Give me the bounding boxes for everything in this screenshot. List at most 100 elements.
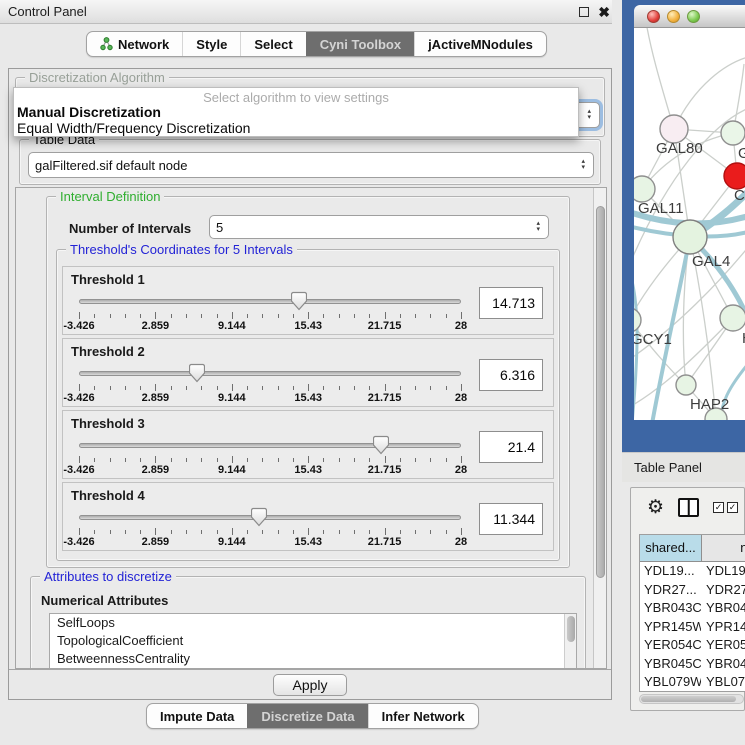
table-horizontal-scrollbar[interactable] xyxy=(639,694,744,704)
tick-label: 21.715 xyxy=(368,536,402,548)
table-cell[interactable]: YDL19... xyxy=(640,562,702,581)
apply-button[interactable]: Apply xyxy=(273,674,346,696)
network-node[interactable] xyxy=(720,305,745,331)
network-node[interactable] xyxy=(721,121,745,145)
popup-item-manual-discretization[interactable]: Manual Discretization xyxy=(14,104,578,120)
table-cell[interactable]: YPR14 xyxy=(702,618,745,637)
table-cell[interactable]: YLR34 xyxy=(702,692,745,693)
tab-discretize-data[interactable]: Discretize Data xyxy=(247,704,367,728)
threshold-2-value[interactable]: 6.316 xyxy=(479,359,543,391)
threshold-rows: Threshold 1 -3.4262.8599.14415.4321.7152… xyxy=(57,266,559,551)
slider-track[interactable] xyxy=(79,299,461,304)
threshold-4-slider[interactable]: -3.4262.8599.14415.4321.71528 xyxy=(79,509,461,549)
slider-thumb[interactable] xyxy=(251,507,267,527)
thresholds-group: Threshold's Coordinates for 5 Intervals … xyxy=(56,249,560,561)
scrollbar-thumb[interactable] xyxy=(641,696,736,702)
network-node[interactable] xyxy=(724,163,745,189)
tab-impute-data[interactable]: Impute Data xyxy=(147,704,247,728)
table-row[interactable]: YBL079WYBL07 xyxy=(640,673,745,692)
slider-thumb[interactable] xyxy=(189,363,205,383)
network-node[interactable] xyxy=(634,308,641,332)
tab-jactivemnodules[interactable]: jActiveMNodules xyxy=(414,32,546,56)
algorithm-popup-prompt: Select algorithm to view settings xyxy=(14,88,578,104)
network-node[interactable] xyxy=(673,220,707,254)
attributes-list-scrollbar[interactable] xyxy=(564,614,576,669)
table-cell[interactable]: YBR043C xyxy=(640,599,702,618)
network-node[interactable] xyxy=(634,176,655,202)
threshold-3-value[interactable]: 21.4 xyxy=(479,431,543,463)
checkbox-icon[interactable]: ✓ xyxy=(727,502,738,513)
table-cell[interactable]: YPR145W xyxy=(640,618,702,637)
attribute-list-item[interactable]: SelfLoops xyxy=(50,614,576,632)
tick-label: -3.426 xyxy=(63,536,94,548)
number-of-intervals-combobox[interactable]: 5 ▴▾ xyxy=(209,215,549,239)
tab-cyni-toolbox[interactable]: Cyni Toolbox xyxy=(306,32,414,56)
tick-label: 2.859 xyxy=(142,392,170,404)
table-cell[interactable]: YBL07 xyxy=(702,673,745,692)
control-panel: Control Panel ✖ Network Style Select Cyn… xyxy=(0,0,618,745)
slider-track[interactable] xyxy=(79,515,461,520)
table-cell[interactable]: YER054C xyxy=(640,636,702,655)
table-cell[interactable]: YBL079W xyxy=(640,673,702,692)
table-cell[interactable]: YBR04 xyxy=(702,599,745,618)
network-window: GAL80GACGAL11GAL4GCY1HHAP2 xyxy=(622,0,745,452)
table-cell[interactable]: YDL19 xyxy=(702,562,745,581)
column-header-shared[interactable]: shared... xyxy=(640,535,702,561)
checkbox-icon[interactable]: ✓ xyxy=(713,502,724,513)
threshold-4-value[interactable]: 11.344 xyxy=(479,503,543,535)
table-row[interactable]: YPR145WYPR14 xyxy=(640,618,745,637)
network-window-titlebar[interactable] xyxy=(634,5,745,28)
split-panel-icon[interactable] xyxy=(678,498,699,517)
table-row[interactable]: YER054CYER05 xyxy=(640,636,745,655)
tab-infer-network[interactable]: Infer Network xyxy=(368,704,478,728)
tab-style[interactable]: Style xyxy=(182,32,240,56)
table-cell[interactable]: YBR045C xyxy=(640,655,702,674)
tab-select[interactable]: Select xyxy=(240,32,305,56)
slider-thumb[interactable] xyxy=(373,435,389,455)
threshold-1-slider[interactable]: -3.4262.8599.14415.4321.71528 xyxy=(79,293,461,333)
slider-track[interactable] xyxy=(79,371,461,376)
slider-tick-labels: -3.4262.8599.14415.4321.71528 xyxy=(79,464,461,476)
tab-style-label: Style xyxy=(196,37,227,52)
attribute-list-item[interactable]: TopologicalCoefficient xyxy=(50,632,576,650)
column-header-name[interactable]: na xyxy=(702,535,745,561)
table-data-combobox[interactable]: galFiltered.sif default node ▴▾ xyxy=(28,152,594,178)
table-cell[interactable]: YDR27... xyxy=(640,581,702,600)
threshold-2-slider[interactable]: -3.4262.8599.14415.4321.71528 xyxy=(79,365,461,405)
minimize-traffic-light-icon[interactable] xyxy=(667,10,680,23)
table-row[interactable]: YLR345WYLR34 xyxy=(640,692,745,693)
numerical-attributes-list[interactable]: SelfLoopsTopologicalCoefficientBetweenne… xyxy=(49,613,577,669)
table-row[interactable]: YBR043CYBR04 xyxy=(640,599,745,618)
slider-thumb[interactable] xyxy=(291,291,307,311)
attribute-list-item[interactable]: BetweennessCentrality xyxy=(50,650,576,668)
table-row[interactable]: YDL19...YDL19 xyxy=(640,562,745,581)
network-node[interactable] xyxy=(676,375,696,395)
tab-cyni-toolbox-label: Cyni Toolbox xyxy=(320,37,401,52)
tick-label: 2.859 xyxy=(142,464,170,476)
settings-vertical-scrollbar[interactable] xyxy=(593,188,606,668)
network-node[interactable] xyxy=(660,115,688,143)
slider-track[interactable] xyxy=(79,443,461,448)
table-cell[interactable]: YDR27 xyxy=(702,581,745,600)
table-cell[interactable]: YBR04 xyxy=(702,655,745,674)
slider-tick-labels: -3.4262.8599.14415.4321.71528 xyxy=(79,536,461,548)
zoom-traffic-light-icon[interactable] xyxy=(687,10,700,23)
node-attribute-table[interactable]: shared... na YDL19...YDL19YDR27...YDR27Y… xyxy=(639,534,745,692)
threshold-1-value[interactable]: 14.713 xyxy=(479,287,543,319)
numerical-attributes-label: Numerical Attributes xyxy=(41,593,168,608)
table-row[interactable]: YBR045CYBR04 xyxy=(640,655,745,674)
float-window-icon[interactable] xyxy=(579,7,589,17)
table-cell[interactable]: YLR345W xyxy=(640,692,702,693)
network-canvas[interactable]: GAL80GACGAL11GAL4GCY1HHAP2 xyxy=(634,28,745,420)
slider-ticks xyxy=(79,456,461,464)
close-icon[interactable]: ✖ xyxy=(598,7,610,17)
tab-network[interactable]: Network xyxy=(87,32,182,56)
table-cell[interactable]: YER05 xyxy=(702,636,745,655)
scrollbar-thumb[interactable] xyxy=(596,206,605,578)
threshold-3-slider[interactable]: -3.4262.8599.14415.4321.71528 xyxy=(79,437,461,477)
gear-icon[interactable]: ⚙ xyxy=(647,498,664,517)
popup-item-equal-width-frequency[interactable]: Equal Width/Frequency Discretization xyxy=(14,120,578,136)
table-row[interactable]: YDR27...YDR27 xyxy=(640,581,745,600)
close-traffic-light-icon[interactable] xyxy=(647,10,660,23)
tab-impute-data-label: Impute Data xyxy=(160,709,234,724)
